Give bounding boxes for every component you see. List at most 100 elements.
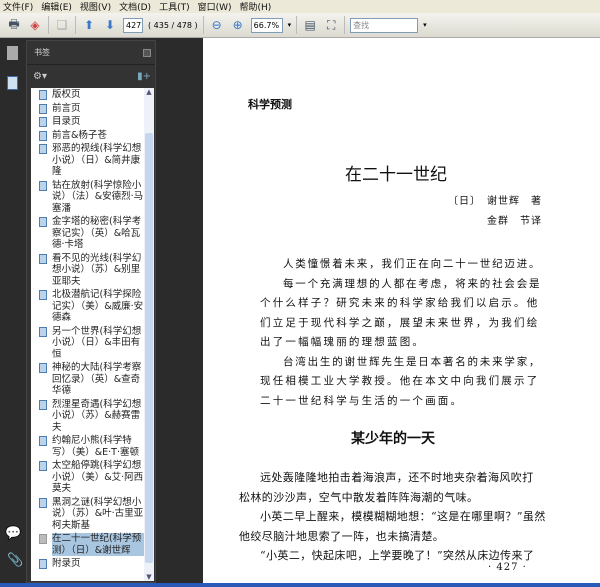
intro-paragraph-line: 二十一世纪科学与生活的一个画面。	[260, 394, 464, 407]
zoom-input[interactable]: 66.7%	[250, 17, 283, 33]
bookmark-item[interactable]: 钴在放射(科学惊险小说）（法）&安德烈·马塞潘	[31, 179, 154, 216]
options-gear-icon[interactable]: ⚙▾	[33, 71, 47, 82]
body-paragraph-line: 他绞尽脑汁地思索了一阵，也未搞清楚。	[239, 529, 445, 543]
bookmark-item[interactable]: 版权页	[31, 88, 154, 102]
next-page-icon[interactable]: ⬇	[102, 17, 118, 33]
comments-icon[interactable]: 💬	[5, 526, 21, 541]
previous-page-icon[interactable]: ⬆	[81, 17, 97, 33]
bookmark-icon	[39, 90, 47, 100]
menu-window[interactable]: 窗口(W)	[198, 0, 232, 13]
zoom-in-icon[interactable]: ⊕	[230, 17, 246, 33]
bookmark-item[interactable]: 烈浬星奇遇(科学幻想小说）（苏）&赫赛雷夫	[31, 398, 154, 435]
bookmark-item[interactable]: 约翰尼小熊(科学特写）（美）&E·T·塞顿	[31, 434, 154, 459]
zoom-dropdown-icon[interactable]: ▾	[288, 21, 292, 29]
separator	[296, 16, 298, 34]
bookmark-icon	[39, 534, 47, 544]
bookmark-icon	[39, 130, 47, 141]
bookmark-icon	[39, 461, 47, 471]
document-page: 科学预测 在二十一世纪 〔日〕 谢世辉 著 金群 节译 人类憧憬着未来，我们正在…	[203, 38, 600, 583]
new-bookmark-icon[interactable]: ▮+	[137, 71, 151, 82]
fit-page-icon[interactable]: ⛶	[323, 17, 339, 33]
bookmark-item[interactable]: 附录页	[31, 557, 154, 571]
bookmark-item[interactable]: 神秘的大陆(科学考察回忆录）（英）&查奇华德	[31, 361, 154, 398]
bookmark-list: 版权页前言页目录页前言&杨子苍邪恶的视线(科学幻想小说）（日）&简井康隆 钴在放射…	[31, 88, 154, 581]
bookmark-icon	[39, 217, 47, 227]
search-dropdown-icon[interactable]: ▾	[423, 21, 427, 29]
bookmark-label: 附录页	[52, 558, 81, 569]
intro-paragraph-line: 每一个充满理想的人都在考虑，将来的社会会是	[283, 277, 542, 290]
status-bar	[0, 583, 600, 587]
print-icon[interactable]: 🖶	[6, 17, 22, 33]
bookmark-label: 金字塔的秘密(科学考察记实）（英）&哈瓦德·卡塔	[52, 216, 142, 250]
menu-tools[interactable]: 工具(T)	[159, 0, 190, 13]
menu-document[interactable]: 文档(D)	[119, 0, 151, 13]
bookmark-item[interactable]: 邪恶的视线(科学幻想小说）（日）&简井康隆	[31, 142, 154, 179]
search-input[interactable]: 查找	[350, 17, 419, 33]
bookmark-icon	[39, 559, 47, 569]
bookmark-label: 版权页	[52, 89, 81, 100]
bookmarks-icon[interactable]	[7, 76, 18, 90]
bookmark-icon	[39, 144, 47, 154]
bookmark-item[interactable]: 北极潜航记(科学探险记实）（美）&威廉·安德森	[31, 288, 154, 325]
bookmarks-panel: 书签 ⚙▾ ▮+ 版权页 前言页 目录页 前言&杨子苍 邪恶的视线(科学幻想小说）（日）…	[26, 40, 156, 583]
bookmark-label: 前言页	[52, 102, 81, 114]
bookmark-label: 约翰尼小熊(科学特写）（美）&E·T·塞顿	[52, 435, 140, 458]
bookmark-label: 烈浬星奇遇(科学幻想小说）（苏）&赫赛雷夫	[52, 398, 142, 433]
bookmark-item[interactable]: 前言页	[31, 102, 154, 116]
bookmark-item[interactable]: 看不见的光线(科学幻想小说）（苏）&别里亚耶夫	[31, 252, 154, 289]
bookmark-item[interactable]: 在二十一世纪(科学预测）（日）&谢世辉	[31, 532, 154, 557]
menu-view[interactable]: 视图(V)	[80, 0, 111, 13]
bookmark-label: 目录页	[52, 116, 81, 127]
collapse-panel-icon[interactable]	[143, 48, 151, 57]
bookmark-item[interactable]: 太空船停跳(科学幻想小说）（美）&艾·阿西莫夫	[31, 459, 154, 496]
bookmark-label: 北极潜航记(科学探险记实）（美）&威廉·安德森	[52, 289, 144, 323]
menu-edit[interactable]: 编辑(E)	[41, 0, 72, 13]
scrollbar[interactable]: ▲ ▼	[144, 88, 154, 581]
bookmark-item[interactable]: 前言&杨子苍	[31, 129, 154, 143]
menu-file[interactable]: 文件(F)	[3, 0, 33, 13]
intro-paragraph-line: 个什么样子？研究未来的科学家给我们以启示。他	[260, 297, 540, 309]
bookmark-label: 看不见的光线(科学幻想小说）（苏）&别里亚耶夫	[52, 252, 142, 287]
bookmark-item[interactable]: 金字塔的秘密(科学考察记实）（英）&哈瓦德·卡塔	[31, 215, 154, 252]
zoom-out-icon[interactable]: ⊖	[209, 17, 225, 33]
bookmark-icon	[39, 180, 47, 191]
scroll-up-icon[interactable]: ▲	[144, 88, 154, 96]
translator-line: 金群 节译	[487, 216, 542, 227]
article-title: 在二十一世纪	[345, 165, 447, 185]
bookmark-icon	[39, 399, 47, 410]
body-paragraph-line: 松林的沙沙声，空气中散发着阵阵海潮的气味。	[239, 490, 479, 504]
bookmark-label: 在二十一世纪(科学预测）（日）&谢世辉	[52, 533, 144, 556]
running-header: 科学预测	[248, 98, 292, 111]
bookmark-icon	[39, 103, 47, 114]
create-pdf-icon[interactable]: ◈	[27, 17, 43, 33]
separator	[202, 16, 204, 34]
bookmark-icon	[39, 363, 47, 373]
separator	[344, 16, 346, 34]
intro-paragraph-line: 人类憧憬着未来，我们正在向二十一世纪迈进。	[283, 258, 542, 270]
page-number-input[interactable]: 427	[123, 17, 143, 33]
section-heading: 某少年的一天	[351, 431, 435, 447]
fit-width-icon[interactable]: ▤	[302, 17, 318, 33]
intro-paragraph-line: 现任相模工业大学教授。他在本文中向我们展示了	[260, 375, 540, 387]
bookmark-label: 邪恶的视线(科学幻想小说）（日）&简井康隆	[52, 143, 142, 177]
bookmark-label: 另一个世界(科学幻想小说）（日）&丰田有恒	[52, 325, 142, 360]
scrollbar-thumb[interactable]	[145, 133, 153, 563]
bookmark-item[interactable]: 另一个世界(科学幻想小说）（日）&丰田有恒	[31, 325, 154, 362]
bookmark-label: 前言&杨子苍	[52, 129, 107, 141]
bookmark-icon	[39, 326, 47, 337]
bookmark-icon	[39, 497, 47, 508]
bookmark-label: 钴在放射(科学惊险小说）（法）&安德烈·马塞潘	[52, 179, 144, 214]
separator	[75, 16, 76, 34]
menu-help[interactable]: 帮助(H)	[240, 0, 272, 13]
scroll-down-icon[interactable]: ▼	[144, 573, 154, 581]
page-count: ( 435 / 478 )	[148, 20, 198, 30]
comment-icon[interactable]: ❑	[54, 17, 70, 33]
bookmark-icon	[39, 290, 47, 300]
pages-icon[interactable]	[7, 46, 18, 60]
bookmark-item[interactable]: 目录页	[31, 115, 154, 129]
page-number: · 427 ·	[488, 562, 527, 573]
attachments-icon[interactable]: 📎	[7, 553, 23, 568]
author-line: 〔日〕 谢世辉 著	[448, 196, 542, 207]
bookmark-icon	[39, 436, 47, 446]
bookmark-item[interactable]: 黑洞之谜(科学幻想小说）（苏）&叶·古里亚柯夫斯基	[31, 496, 154, 533]
